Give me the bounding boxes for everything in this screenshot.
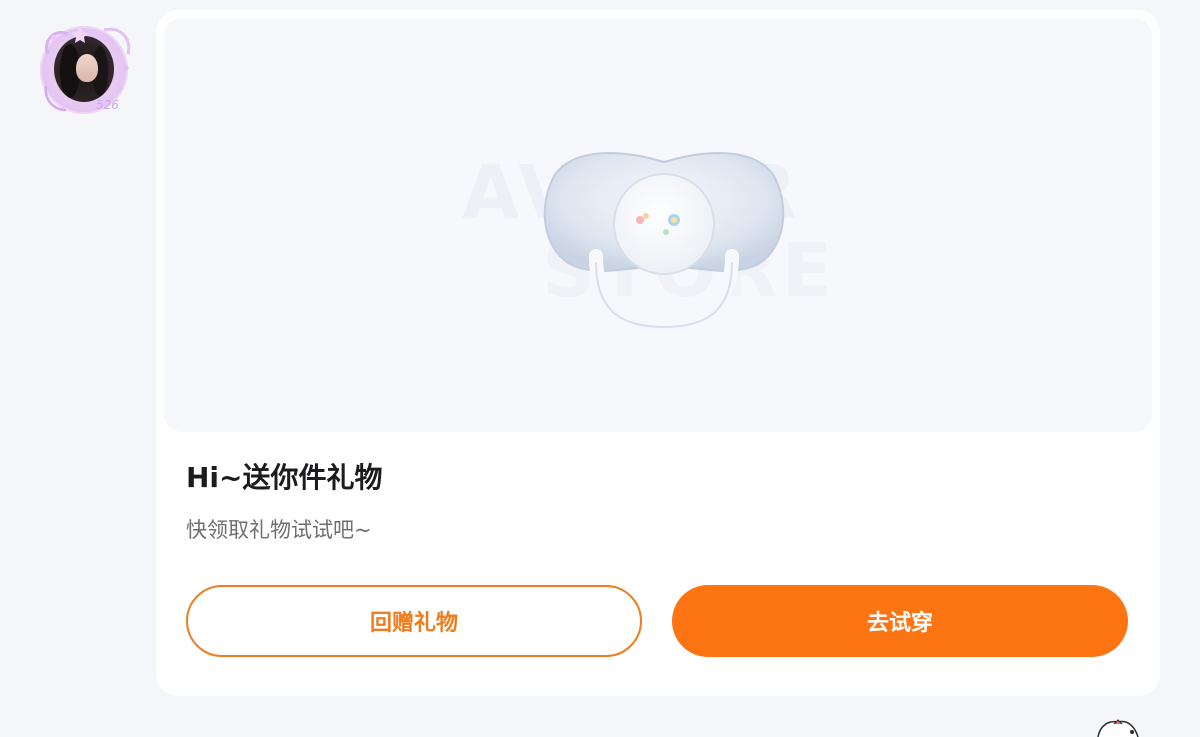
avatar-frame-decoration-icon	[44, 26, 131, 112]
gift-title: Hi~送你件礼物	[186, 461, 383, 494]
gift-card: AVATAR STORE	[156, 10, 1160, 696]
return-gift-button[interactable]: 回赠礼物	[186, 585, 642, 657]
avatar[interactable]: 526	[36, 22, 136, 116]
try-on-button[interactable]: 去试穿	[672, 585, 1128, 657]
chat-page: 526 AVATAR STORE	[0, 0, 1200, 737]
pacifier-icon	[543, 152, 785, 329]
gift-preview[interactable]: AVATAR STORE	[164, 18, 1152, 432]
avatar-tag: 526	[96, 98, 119, 112]
sticker-icon	[1097, 719, 1139, 737]
gift-subtitle: 快领取礼物试试吧~	[186, 518, 372, 542]
